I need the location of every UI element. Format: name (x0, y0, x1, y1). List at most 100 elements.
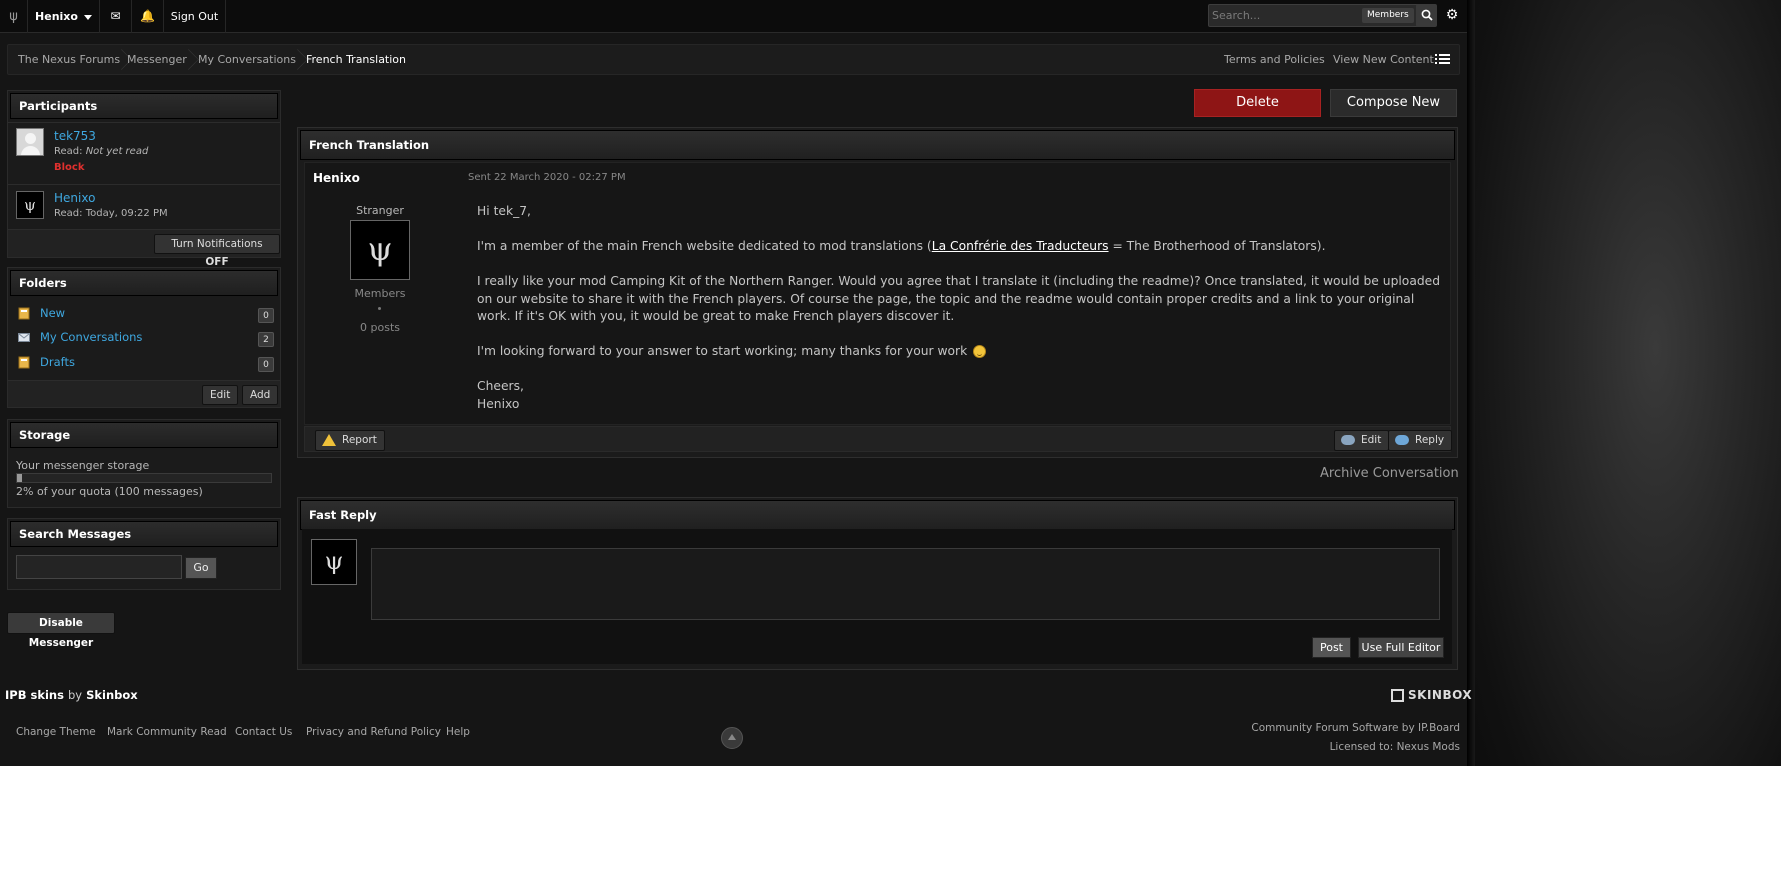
view-new-content-link[interactable]: View New Content (1333, 45, 1434, 74)
post-actions-bar: Report Edit Reply (304, 426, 1453, 452)
user-name: Henixo (35, 10, 78, 23)
skinbox-link[interactable]: Skinbox (86, 688, 138, 702)
sign-out-link[interactable]: Sign Out (164, 0, 226, 33)
notifications-row: Turn Notifications OFF (8, 229, 280, 268)
archive-conversation-link[interactable]: Archive Conversation (1320, 466, 1459, 481)
edit-folders-button[interactable]: Edit (202, 385, 239, 405)
background-texture (1467, 0, 1781, 871)
privacy-policy-link[interactable]: Privacy and Refund Policy (306, 726, 441, 738)
gear-icon[interactable]: ⚙ (1443, 4, 1461, 27)
compose-new-button[interactable]: Compose New (1330, 89, 1457, 117)
user-menu-button[interactable]: Henixo (28, 0, 100, 33)
folder-count-badge: 0 (258, 308, 274, 323)
smiley-icon (973, 345, 987, 358)
search-messages-block: Search Messages Go (7, 518, 281, 590)
contact-us-link[interactable]: Contact Us (235, 726, 292, 738)
translators-link[interactable]: La Confrérie des Traducteurs (932, 239, 1109, 253)
avatar: ψ (311, 539, 357, 585)
skin-credit: IPB skins by Skinbox (5, 688, 138, 702)
avatar[interactable] (16, 128, 44, 156)
chevron-down-icon (83, 14, 92, 20)
folder-icon (18, 356, 30, 369)
participant-name[interactable]: Henixo (54, 191, 95, 205)
author-post-count: 0 posts (360, 321, 400, 334)
author-status-dot (378, 307, 381, 310)
folder-item-new[interactable]: New 0 (16, 304, 274, 324)
folder-count-badge: 0 (258, 357, 274, 372)
list-icon[interactable] (1435, 54, 1450, 65)
author-name[interactable]: Henixo (313, 171, 360, 185)
folder-item-my-conversations[interactable]: My Conversations 2 (16, 328, 274, 348)
message-post: Henixo Sent 22 March 2020 - 02:27 PM Str… (304, 162, 1451, 425)
report-button[interactable]: Report (315, 430, 385, 451)
participant-read-status: Read: Today, 09:22 PM (54, 208, 168, 219)
reply-icon (1395, 435, 1409, 445)
breadcrumb-messenger[interactable]: Messenger (127, 45, 187, 74)
conversation-title: French Translation (300, 130, 1455, 160)
add-folder-button[interactable]: Add (242, 385, 279, 405)
conversation-panel: French Translation Henixo Sent 22 March … (297, 127, 1458, 458)
participants-title: Participants (10, 93, 278, 119)
reply-button[interactable]: Reply (1388, 430, 1453, 451)
mail-icon[interactable]: ✉ (100, 0, 132, 33)
author-group: Members (354, 287, 406, 300)
breadcrumb-current: French Translation (306, 53, 406, 66)
reply-editor[interactable] (371, 548, 1440, 620)
participant-item: tek753 Read: Not yet read Block (8, 122, 280, 184)
warning-icon (322, 434, 336, 446)
use-full-editor-button[interactable]: Use Full Editor (1358, 637, 1444, 658)
participant-name[interactable]: tek753 (54, 129, 96, 143)
message-body: Hi tek_7, I'm a member of the main Frenc… (477, 203, 1445, 413)
participant-read-status: Read: Not yet read (54, 146, 149, 157)
skinbox-logo[interactable]: SKINBOX (1391, 688, 1472, 702)
storage-quota: 2% of your quota (100 messages) (16, 485, 203, 498)
avatar[interactable]: ψ (16, 191, 44, 219)
go-button[interactable]: Go (185, 557, 217, 579)
folders-title: Folders (10, 270, 278, 296)
folder-icon (18, 307, 30, 320)
mark-community-read-link[interactable]: Mark Community Read (107, 726, 227, 738)
top-bar: ψ Henixo ✉ 🔔 Sign Out Members ⚙ (0, 0, 1467, 33)
fast-reply-title: Fast Reply (300, 500, 1455, 530)
page-bottom-blank (0, 766, 1781, 871)
post-date: Sent 22 March 2020 - 02:27 PM (468, 172, 626, 183)
breadcrumb: The Nexus Forums Messenger My Conversati… (7, 44, 1460, 75)
cube-icon (1391, 689, 1404, 702)
terms-link[interactable]: Terms and Policies (1224, 45, 1325, 74)
back-to-top-button[interactable] (721, 727, 743, 749)
breadcrumb-my-conversations[interactable]: My Conversations (198, 45, 296, 74)
message-signature: Henixo (477, 396, 520, 411)
folder-item-drafts[interactable]: Drafts 0 (16, 353, 274, 373)
delete-button[interactable]: Delete (1194, 89, 1321, 117)
participant-item: ψ Henixo Read: Today, 09:22 PM (8, 184, 280, 229)
participants-block: Participants tek753 Read: Not yet read B… (7, 90, 281, 268)
message-paragraph: I'm a member of the main French website … (477, 239, 1326, 253)
turn-notifications-button[interactable]: Turn Notifications OFF (154, 234, 280, 268)
message-greeting: Hi tek_7, (477, 204, 531, 218)
search-icon[interactable] (1416, 4, 1437, 27)
edit-post-button[interactable]: Edit (1334, 430, 1390, 451)
help-link[interactable]: Help (446, 726, 470, 738)
post-button[interactable]: Post (1312, 637, 1351, 658)
folders-block: Folders New 0 My Conversations 2 Drafts … (7, 267, 281, 408)
change-theme-link[interactable]: Change Theme (16, 726, 96, 738)
storage-block: Storage Your messenger storage 2% of you… (7, 419, 281, 508)
edit-icon (1341, 435, 1355, 445)
folder-count-badge: 2 (258, 332, 274, 347)
storage-label: Your messenger storage (16, 459, 150, 472)
search-scope-button[interactable]: Members (1362, 8, 1414, 23)
search-input[interactable] (1209, 5, 1359, 26)
software-credit[interactable]: Community Forum Software by IP.Board (1200, 722, 1460, 734)
folder-name: New (40, 306, 66, 320)
site-logo-icon[interactable]: ψ (0, 0, 28, 33)
author-avatar[interactable]: ψ (350, 220, 410, 280)
disable-messenger-button[interactable]: Disable Messenger (7, 612, 115, 649)
bell-icon[interactable]: 🔔 (132, 0, 164, 33)
block-link[interactable]: Block (54, 162, 85, 173)
search-messages-input[interactable] (16, 555, 182, 579)
breadcrumb-home[interactable]: The Nexus Forums (18, 45, 120, 74)
notifications-label: Turn Notifications (171, 238, 263, 250)
ipb-skins-link[interactable]: IPB skins (5, 688, 64, 702)
folder-name: Drafts (40, 355, 75, 369)
folder-name: My Conversations (40, 330, 143, 344)
